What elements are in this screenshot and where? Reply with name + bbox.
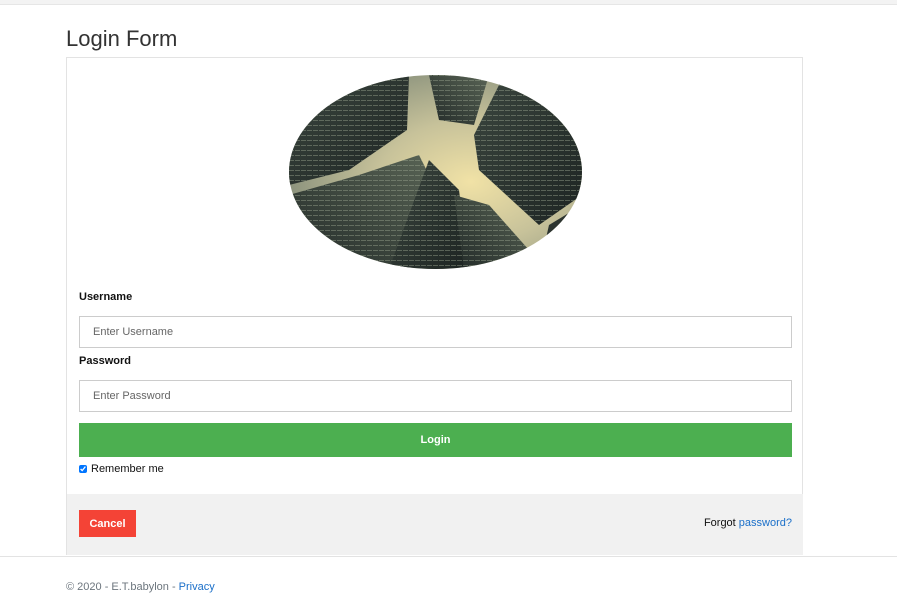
top-divider <box>0 0 897 5</box>
password-input[interactable] <box>79 380 792 412</box>
forgot-password-link[interactable]: password? <box>739 517 792 529</box>
page-title: Login Form <box>66 26 178 51</box>
username-input[interactable] <box>79 316 792 348</box>
username-label: Username <box>79 291 133 303</box>
password-label: Password <box>79 355 131 367</box>
forgot-prefix: Forgot <box>703 517 736 529</box>
copyright-text: © 2020 - E.T.babylon - <box>66 581 179 593</box>
avatar-image <box>289 75 582 269</box>
remember-me-label: Remember me <box>91 463 164 475</box>
privacy-link[interactable]: Privacy <box>179 581 215 593</box>
remember-me-checkbox[interactable] <box>79 465 87 473</box>
skyscrapers-photo <box>289 75 582 269</box>
cancel-button[interactable]: Cancel <box>79 510 136 537</box>
remember-me: Remember me <box>79 463 164 475</box>
login-button[interactable]: Login <box>79 423 792 457</box>
form-footer-band <box>67 494 803 555</box>
page-footer: © 2020 - E.T.babylon - Privacy <box>66 581 215 593</box>
forgot-password: Forgot password? <box>704 517 792 529</box>
footer-divider <box>0 556 897 557</box>
